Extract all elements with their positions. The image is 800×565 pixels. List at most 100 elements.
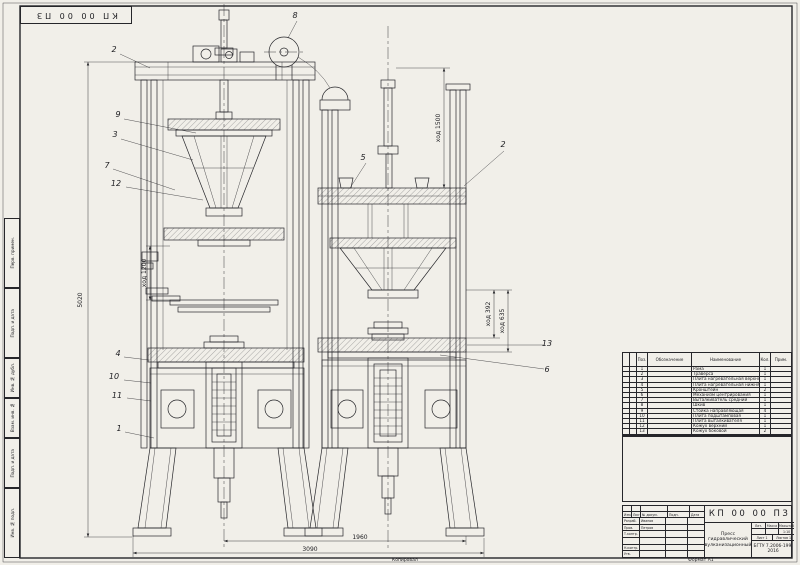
sheets-value: 1 [789, 535, 792, 540]
table-cell [623, 398, 630, 403]
table-cell: 6 [637, 393, 648, 398]
parts-list-rows: 1 Рама 1 2 Траверса 1 3 Плита нагревательная ве… [623, 367, 791, 437]
table-cell [648, 367, 692, 372]
dim-inner-width: 1960 [352, 534, 367, 541]
table-cell [623, 413, 630, 419]
title-block-meta: Лит. Масса Масштаб 1:10 Лист 1 Листов 1 … [752, 523, 795, 557]
table-cell [648, 419, 692, 424]
table-cell [648, 398, 692, 403]
role-name: Петров [640, 524, 666, 531]
table-cell: Шкив [692, 403, 760, 408]
table-cell [623, 393, 630, 398]
title-block-cell [666, 524, 688, 531]
dim-overall-width: 3090 [302, 546, 317, 553]
table-cell [630, 413, 637, 419]
table-cell: Кронштейн [692, 387, 760, 393]
title-block-cell [666, 531, 688, 538]
title-block-cell [668, 506, 690, 511]
role-label: Разраб. [623, 518, 640, 524]
table-cell: 7 [637, 398, 648, 403]
title-block-cell: Дата [691, 512, 700, 517]
title-block-cell: № докум. [641, 512, 668, 517]
title-block-row: Н.контр. [623, 544, 704, 552]
center-lines [223, 4, 389, 548]
table-cell [771, 393, 791, 397]
role-name [640, 551, 666, 558]
role-label: Пров. [623, 524, 640, 531]
table-cell: 1 [760, 393, 771, 398]
table-cell: 1 [760, 367, 771, 372]
table-cell [771, 409, 791, 413]
table-header-cell: Поз. [637, 353, 648, 366]
table-cell: 2 [637, 372, 648, 377]
organization: БГТУ 7.2006-199, 2016 [753, 544, 793, 554]
corner-doc-number: КП 00 00 ПЗ [34, 10, 118, 20]
dimension-lines: 5020 ход 1200 ход 1500 ход 392 ход 635 1… [77, 61, 512, 557]
table-cell [623, 424, 630, 429]
table-header-cell: Обозначение [648, 353, 692, 366]
table-cell [623, 429, 630, 434]
margin-stamp-label: Инв. № подл. [9, 508, 15, 538]
table-cell: 1 [760, 382, 771, 387]
table-cell: 1 [760, 424, 771, 429]
margin-stamp-label: Подп. и дата [9, 308, 15, 338]
table-cell [630, 429, 637, 434]
table-cell [630, 367, 637, 372]
table-cell [623, 377, 630, 382]
callout-number: 5 [360, 153, 365, 162]
table-cell: 1 [760, 403, 771, 408]
table-header-row: Поз. Обозначение Наименование Кол. Прим. [623, 353, 791, 367]
title-block-main-area: КП 00 00 ПЗ Пресс гидравлический вулкани… [704, 506, 795, 557]
table-cell [771, 377, 791, 381]
table-cell [623, 387, 630, 393]
table-cell [648, 393, 692, 398]
table-cell [630, 424, 637, 429]
title-block-row: Утв. [623, 551, 704, 558]
dim-overall-height: 5020 [77, 292, 84, 307]
table-row [623, 435, 791, 437]
margin-stamp: Подп. и дата [4, 438, 20, 488]
table-cell: 10 [637, 413, 648, 419]
table-cell [630, 377, 637, 382]
table-cell: 13 [637, 429, 648, 434]
table-cell: 3 [637, 377, 648, 382]
drawing-sheet: 5020 ход 1200 ход 1500 ход 392 ход 635 1… [0, 0, 800, 565]
table-header-cell [630, 353, 637, 366]
table-cell: Стойка направляющая [692, 408, 760, 413]
corner-stamp: КП 00 00 ПЗ [20, 6, 132, 24]
table-cell [771, 424, 791, 428]
title-block-row: Пров. Петров [623, 524, 704, 532]
table-cell [648, 382, 692, 387]
callout-number: 3 [112, 130, 117, 139]
title-block-cell [641, 506, 668, 511]
title-block-cell [688, 545, 704, 551]
title-block-cell [690, 506, 704, 511]
table-cell: 1 [760, 398, 771, 403]
role-label: Утв. [623, 551, 640, 558]
role-label: Т.контр. [623, 531, 640, 538]
table-cell [648, 403, 692, 408]
parts-list-table: Поз. Обозначение Наименование Кол. Прим.… [622, 352, 792, 502]
table-header-cell: Наименование [692, 353, 760, 366]
table-cell: 9 [637, 408, 648, 413]
callout-number: 12 [111, 179, 121, 188]
margin-stamp: Инв. № подл. [4, 488, 20, 558]
table-cell: Кожух боковой [692, 429, 760, 434]
copied-by-note: Копировал [392, 558, 418, 563]
title-block-cell: Лист [633, 512, 641, 517]
margin-stamp: Перв. примен. [4, 218, 20, 288]
table-cell [623, 372, 630, 377]
table-cell [771, 372, 791, 376]
table-cell [771, 383, 791, 387]
role-label: Н.контр. [624, 544, 640, 551]
sheet-value: 1 [765, 535, 768, 540]
table-cell: 5 [637, 387, 648, 393]
title-block-row: Разраб. Иванов [623, 518, 704, 525]
margin-stamp-label: Перв. примен. [9, 237, 15, 269]
table-cell [771, 419, 791, 423]
table-cell: 1 [760, 377, 771, 382]
table-cell [630, 419, 637, 424]
callout-number: 11 [112, 391, 122, 400]
title-block-cell [666, 544, 688, 551]
role-name [640, 538, 666, 544]
